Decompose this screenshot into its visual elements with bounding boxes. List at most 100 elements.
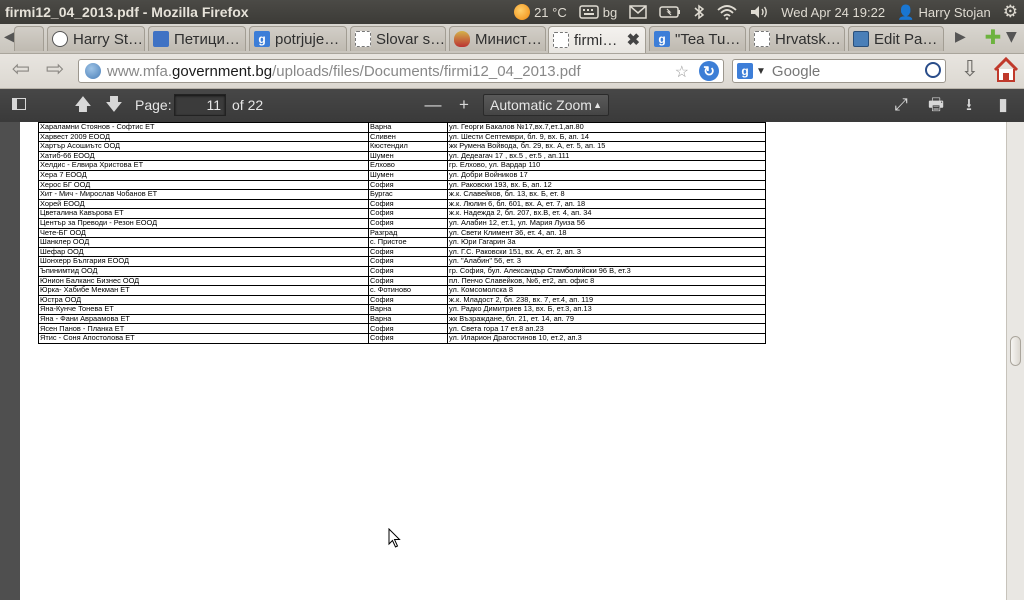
tab-9[interactable]: Edit Pa… [848, 26, 944, 51]
crest-icon [454, 31, 470, 47]
tab-label: Harry St… [73, 30, 144, 48]
volume-indicator[interactable] [743, 0, 775, 24]
table-row: Юнион Балканс Бизнес ООД София пл. Пенчо С… [38, 275, 766, 287]
wifi-icon [717, 5, 737, 20]
table-row: Ясен Панов - Планка ЕТ София ул. Света гор… [38, 323, 766, 335]
print-icon[interactable]: 🖶 [923, 93, 949, 117]
people-icon [153, 31, 169, 47]
company-cell: Център за Преводи - Резон ЕООД [38, 217, 369, 229]
city-cell: София [368, 323, 448, 335]
tab-label: potrjuje… [275, 30, 340, 48]
envelope-icon [629, 5, 647, 19]
address-cell: ж.к. Надежда 2, бл. 207, вх.В, ет. 4, ап… [447, 208, 766, 219]
tab-3[interactable]: g potrjuje… [249, 26, 347, 51]
vertical-scrollbar[interactable] [1006, 122, 1024, 600]
forward-arrow-icon[interactable]: ⇨ [40, 59, 70, 83]
table-row: Цветалина Кавърова ЕТ София ж.к. Надежда 2… [38, 208, 766, 219]
address-cell: ул. Алабин 12, ет.1, ул. Мария Луиза 56 [447, 217, 766, 229]
company-cell: Шефар ООД [38, 246, 369, 258]
address-cell: ул. "Алабин" 56, ет. 3 [447, 256, 766, 267]
url-prefix: www.mfa. [107, 62, 173, 80]
home-icon[interactable] [992, 56, 1020, 84]
tab-list-button[interactable]: ▼ [1006, 29, 1017, 45]
pdf-viewer[interactable]: Хараламни Стоянов - Софтис ЕТ Варна ул. Ге… [0, 122, 1024, 600]
chevron-down-icon[interactable]: ▼ [756, 66, 766, 77]
city-cell: Варна [368, 313, 448, 325]
bookmark-icon[interactable]: ▮ [990, 93, 1016, 117]
ribbon-icon [52, 31, 68, 47]
tab-5[interactable]: Минист… [449, 26, 546, 51]
table-row: Ъпинимтид ООД София гр. София, бул. Алекса… [38, 265, 766, 277]
company-cell: Хатиб-66 ЕООД [38, 150, 369, 162]
clock-text: Wed Apr 24 19:22 [781, 4, 886, 20]
tab-label: Slovar s… [376, 30, 446, 48]
next-page-icon[interactable]: 🡇 [101, 93, 127, 117]
download-arrow-icon[interactable]: ⇩ [958, 57, 982, 83]
tab-label: Hrvatsk… [775, 30, 841, 48]
company-cell: Хорей ЕООД [38, 198, 369, 210]
reload-icon[interactable]: ↻ [699, 61, 719, 81]
tab-7[interactable]: g "Tea Tu… [649, 26, 746, 51]
table-row: Хатиб-66 ЕООД Шумен ул. Дедеагач 17 , вх.5… [38, 150, 766, 162]
table-row: Юрка- Хабибе Мекман ЕТ с. Фотиново ул. Ком… [38, 285, 766, 296]
fullscreen-icon[interactable]: ⤢ [888, 93, 914, 117]
back-arrow-icon[interactable]: ⇦ [6, 59, 36, 83]
user-indicator[interactable]: 👤 Harry Stojan [891, 0, 997, 24]
city-cell: Елхово [368, 160, 448, 171]
google-icon[interactable]: g [737, 63, 753, 79]
session-indicator[interactable]: ⚙ [997, 0, 1024, 24]
keyboard-icon [579, 5, 599, 19]
wifi-indicator[interactable] [711, 0, 743, 24]
close-tab-icon[interactable]: ✖ [627, 30, 640, 50]
city-cell: София [368, 198, 448, 210]
tab-2[interactable]: Петици… [148, 26, 246, 51]
tab-label: Петици… [174, 30, 240, 48]
address-cell: жк Румена Войвода, бл. 29, вх. А, ет. 5,… [447, 141, 766, 152]
address-cell: ул. Дедеагач 17 , вх.5 , ет.5 , ап.111 [447, 150, 766, 162]
tab-1[interactable]: Harry St… [47, 26, 145, 51]
table-row: Чете-БГ ООД Разград ул. Свети Климент 36, … [38, 227, 766, 239]
tab-8[interactable]: Hrvatsk… [749, 26, 845, 51]
scrollbar-thumb[interactable] [1010, 336, 1021, 366]
pdf-page: Хараламни Стоянов - Софтис ЕТ Варна ул. Ге… [20, 122, 1006, 600]
download-icon[interactable]: ⭳ [956, 93, 982, 117]
blank-page-icon [355, 31, 371, 47]
city-cell: София [368, 333, 448, 344]
weather-indicator[interactable]: 21 °C [508, 0, 573, 24]
table-row: Ятис - Соня Апостолова ЕТ София ул. Иларио… [38, 333, 766, 344]
previous-page-icon[interactable]: 🡅 [70, 93, 96, 117]
address-cell: ул. Раковски 193, вх. Б, ап. 12 [447, 179, 766, 191]
sidebar-toggle-icon[interactable] [6, 93, 32, 117]
address-cell: ул. Юри Гагарин 3а [447, 237, 766, 248]
table-row: Хера 7 ЕООД Шумен ул. Добри Войников 17 [38, 169, 766, 181]
table-row: Хартър Асошиътс ООД Кюстендил жк Румена Во… [38, 141, 766, 152]
zoom-in-button[interactable]: + [451, 93, 477, 117]
tab-6-active[interactable]: firmi… ✖ [548, 26, 646, 53]
bookmark-star-icon[interactable]: ☆ [675, 62, 689, 82]
company-cell: Яна - Фани Авраамова ЕТ [38, 313, 369, 325]
company-cell: Юстра ООД [38, 294, 369, 306]
search-icon[interactable] [925, 62, 941, 78]
tab-0[interactable] [14, 26, 44, 51]
new-tab-button[interactable]: ✚ [984, 27, 1002, 47]
page-number-input[interactable]: 11 [174, 94, 226, 116]
battery-indicator[interactable] [653, 0, 687, 24]
search-bar[interactable]: g ▼ Google [732, 59, 946, 83]
person-icon: 👤 [897, 3, 915, 20]
bluetooth-icon [694, 4, 705, 20]
tab-4[interactable]: Slovar s… [350, 26, 446, 51]
zoom-out-button[interactable]: — [420, 93, 446, 117]
address-cell: ж.к. Младост 2, бл. 238, вх. 7, ет.4, ап… [447, 294, 766, 306]
mail-indicator[interactable] [623, 0, 653, 24]
keyboard-indicator[interactable]: bg [573, 0, 623, 24]
address-cell: ул. Комсомолска 8 [447, 285, 766, 296]
url-bar[interactable]: www.mfa. government.bg/uploads/files/Docu… [78, 59, 724, 83]
clock-indicator[interactable]: Wed Apr 24 19:22 [775, 0, 891, 24]
city-cell: Сливен [368, 131, 448, 143]
table-row: Шанклер ООД с. Пристое ул. Юри Гагарин 3а [38, 237, 766, 248]
bluetooth-indicator[interactable] [687, 0, 711, 24]
company-cell: Хараламни Стоянов - Софтис ЕТ [38, 122, 369, 133]
mouse-pointer-icon [388, 528, 401, 548]
zoom-select[interactable]: Automatic Zoom ▲▼ [483, 94, 609, 130]
tab-scroll-right-button[interactable]: ▶ [955, 29, 966, 45]
